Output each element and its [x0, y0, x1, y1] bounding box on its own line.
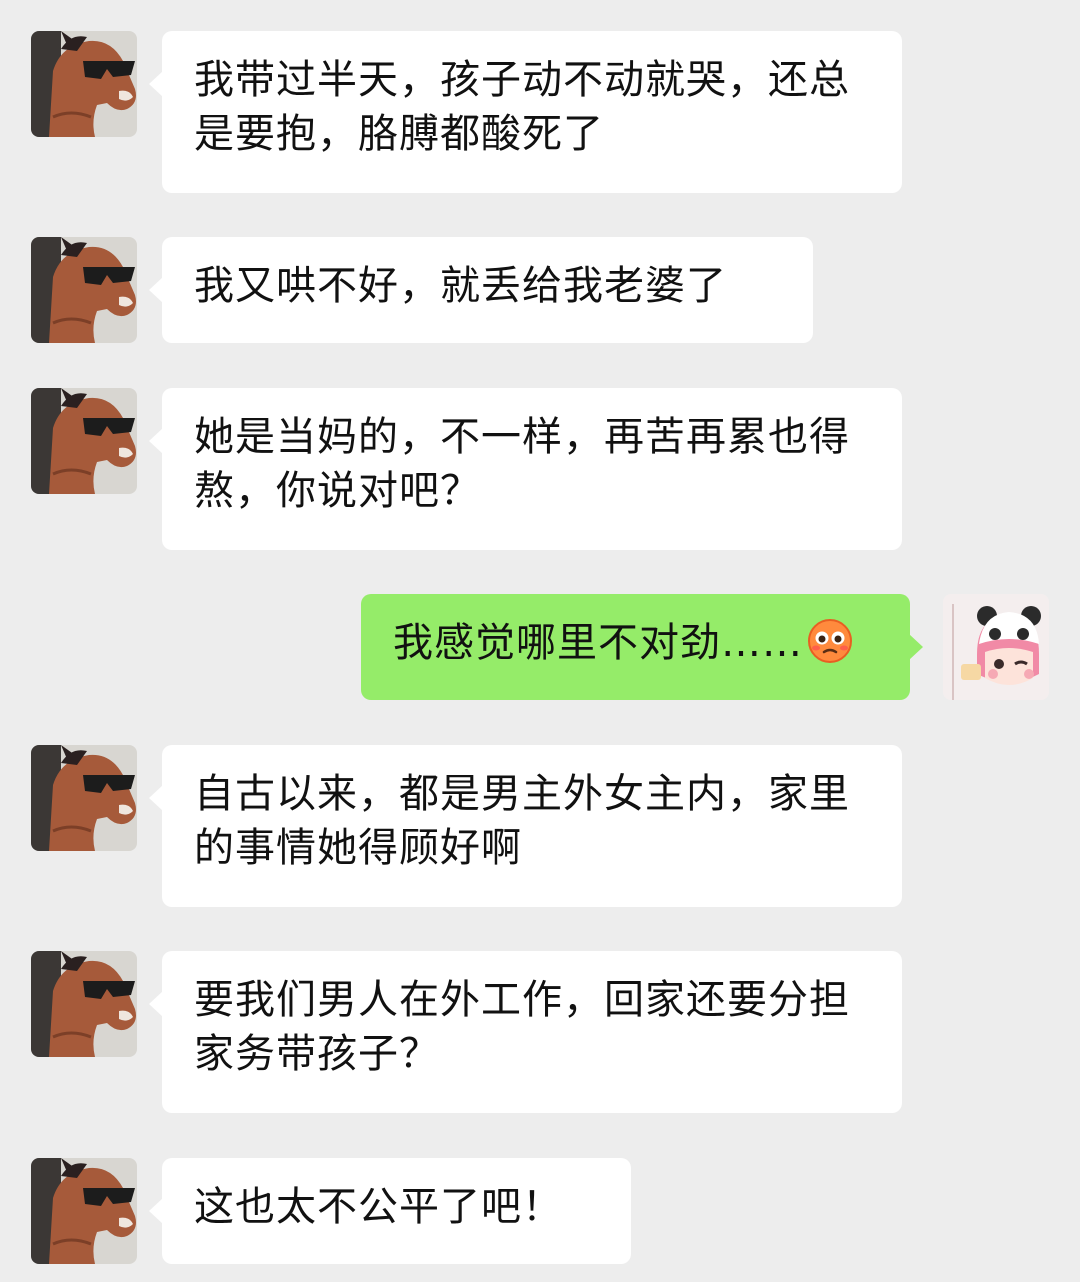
message-bubble[interactable]: 这也太不公平了吧！: [149, 1158, 631, 1264]
horse-with-sunglasses-avatar-icon[interactable]: [31, 951, 137, 1057]
horse-with-sunglasses-avatar-icon[interactable]: [31, 237, 137, 343]
horse-with-sunglasses-avatar-icon[interactable]: [31, 745, 137, 851]
incoming-message: 我带过半天，孩子动不动就哭，还总是要抱，胳膊都酸死了: [0, 31, 1080, 193]
outgoing-message: 我感觉哪里不对劲……: [0, 594, 1080, 700]
message-bubble[interactable]: 我感觉哪里不对劲……: [361, 594, 923, 700]
message-text: 我又哄不好，就丢给我老婆了: [194, 263, 727, 309]
horse-with-sunglasses-avatar-icon[interactable]: [31, 31, 137, 137]
incoming-message: 自古以来，都是男主外女主内，家里的事情她得顾好啊: [0, 745, 1080, 907]
panda-hat-girl-avatar-icon[interactable]: [943, 594, 1049, 700]
message-bubble[interactable]: 自古以来，都是男主外女主内，家里的事情她得顾好啊: [149, 745, 902, 907]
message-text: 要我们男人在外工作，回家还要分担家务带孩子？: [194, 977, 850, 1077]
message-text: 自古以来，都是男主外女主内，家里的事情她得顾好啊: [194, 771, 850, 871]
horse-with-sunglasses-avatar-icon[interactable]: [31, 388, 137, 494]
message-bubble[interactable]: 她是当妈的，不一样，再苦再累也得熬，你说对吧？: [149, 388, 902, 550]
message-text: 这也太不公平了吧！: [194, 1184, 563, 1230]
message-text: 我感觉哪里不对劲……: [393, 620, 803, 666]
incoming-message: 这也太不公平了吧！: [0, 1158, 1080, 1264]
message-bubble[interactable]: 我带过半天，孩子动不动就哭，还总是要抱，胳膊都酸死了: [149, 31, 902, 193]
chat-message-list: 我带过半天，孩子动不动就哭，还总是要抱，胳膊都酸死了 我又哄不好，就丢给我老婆了: [0, 0, 1080, 1282]
message-bubble[interactable]: 要我们男人在外工作，回家还要分担家务带孩子？: [149, 951, 902, 1113]
message-text: 我带过半天，孩子动不动就哭，还总是要抱，胳膊都酸死了: [194, 57, 850, 157]
flushed-face-icon: [807, 618, 853, 664]
incoming-message: 我又哄不好，就丢给我老婆了: [0, 237, 1080, 343]
message-text: 她是当妈的，不一样，再苦再累也得熬，你说对吧？: [194, 414, 850, 514]
incoming-message: 要我们男人在外工作，回家还要分担家务带孩子？: [0, 951, 1080, 1113]
incoming-message: 她是当妈的，不一样，再苦再累也得熬，你说对吧？: [0, 388, 1080, 550]
horse-with-sunglasses-avatar-icon[interactable]: [31, 1158, 137, 1264]
message-bubble[interactable]: 我又哄不好，就丢给我老婆了: [149, 237, 813, 343]
